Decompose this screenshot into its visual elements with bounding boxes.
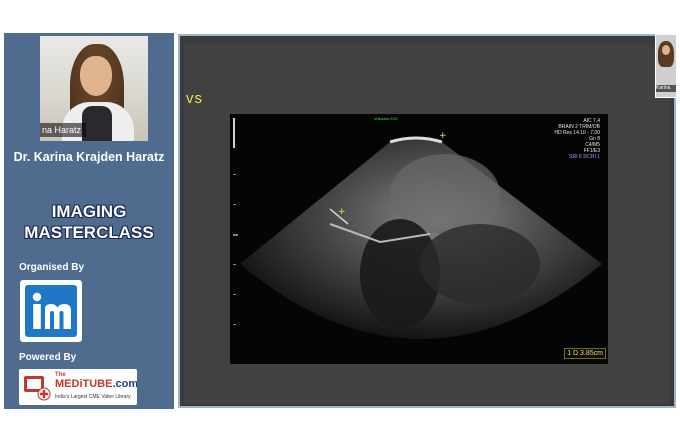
meditube-tagline: India's Largest CME Video Library — [55, 394, 131, 400]
im-logo-icon — [32, 292, 71, 329]
course-title-line1: IMAGING — [51, 202, 127, 221]
thumbnail-face — [662, 45, 670, 55]
shared-slide: vs + + Volusion E10 AIC 7.4 BRAIN 2 TRIM… — [184, 44, 670, 404]
speaker-top — [82, 106, 112, 141]
svg-text:+: + — [439, 131, 447, 141]
organised-by-label: Organised By — [19, 262, 85, 273]
meditube-name-part1: MEDi — [55, 378, 83, 390]
meditube-logo: The MEDiTUBE.com India's Largest CME Vid… — [19, 369, 137, 405]
ultrasound-settings: AIC 7.4 BRAIN 2 TRIM/OB HD Res 14.10 - 7… — [554, 118, 600, 160]
ultrasound-measurement: 1 D 3.85cm — [564, 348, 606, 359]
ultrasound-setting-accent: SRI II 3/CRI 1 — [569, 154, 600, 160]
meditube-name-suffix: .com — [112, 378, 137, 390]
presenter-thumbnail[interactable]: Karina — [655, 34, 677, 98]
course-title-line2: MASTERCLASS — [24, 223, 154, 242]
meditube-name-part2: TUBE — [82, 378, 113, 390]
speaker-name: Dr. Karina Krajden Haratz — [13, 150, 165, 164]
sidebar-panel: na Haratz Dr. Karina Krajden Haratz IMAG… — [4, 33, 174, 409]
slide-vs-text: vs — [186, 90, 203, 107]
meditube-name: MEDiTUBE.com — [55, 378, 137, 390]
svg-text:+: + — [338, 207, 346, 217]
speaker-video[interactable]: na Haratz — [40, 36, 148, 141]
course-title: IMAGING MASTERCLASS — [4, 201, 174, 243]
organiser-logo — [20, 280, 82, 342]
powered-by-label: Powered By — [19, 352, 77, 363]
meditube-mascot-icon — [24, 376, 51, 401]
speaker-face — [80, 56, 112, 96]
shared-screen[interactable]: vs + + Volusion E10 AIC 7.4 BRAIN 2 TRIM… — [178, 34, 676, 408]
speaker-video-name-tag: na Haratz — [40, 123, 87, 137]
ultrasound-scan-graphic: + + — [233, 118, 602, 339]
thumbnail-name-tag: Karina — [656, 85, 676, 92]
ultrasound-image: + + Volusion E10 AIC 7.4 BRAIN 2 TRIM/OB… — [230, 114, 608, 364]
ultrasound-device-label: Volusion E10 — [374, 116, 398, 121]
